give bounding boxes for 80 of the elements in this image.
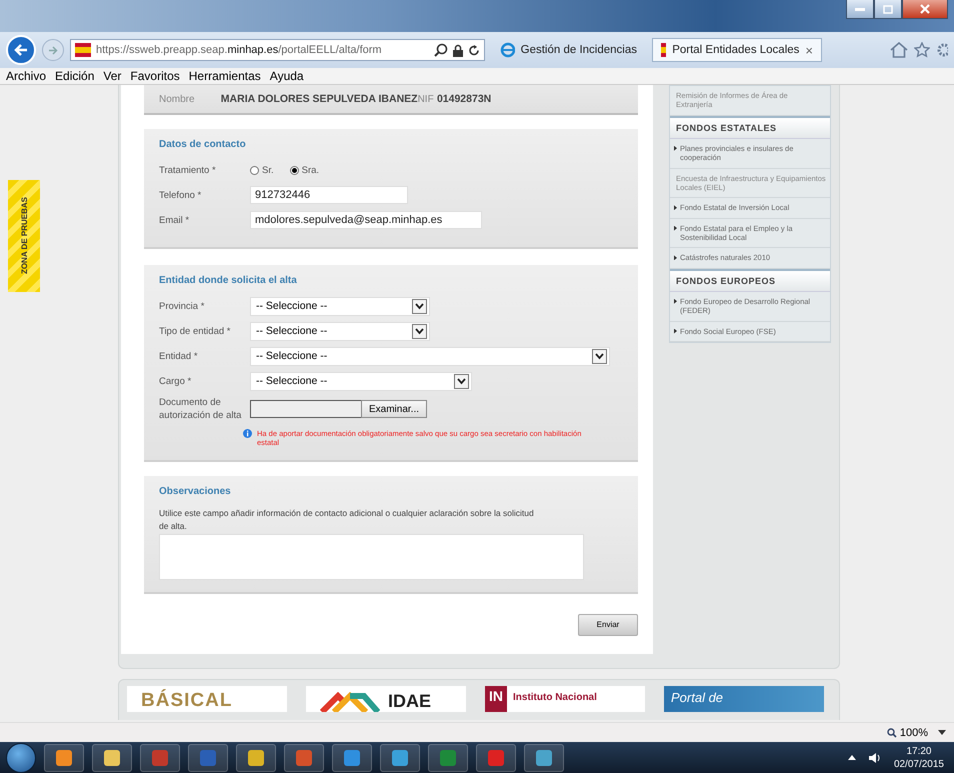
back-button[interactable] (6, 35, 36, 65)
lock-icon (453, 44, 463, 56)
maximize-icon (883, 4, 893, 14)
refresh-icon[interactable] (468, 44, 480, 56)
submit-button[interactable]: Enviar (578, 614, 638, 636)
arrow-left-icon (14, 44, 28, 56)
hint-text: Utilice este campo añadir información de contacto adicional o cualquier aclaración sobre la solicitud de alta. (159, 507, 535, 533)
sidebar-heading: FONDOS EUROPEOS (670, 268, 830, 292)
zoom-icon (886, 728, 897, 738)
taskbar-app-icon[interactable] (524, 744, 564, 772)
settings-icon[interactable] (936, 42, 948, 58)
file-path-field[interactable] (250, 400, 361, 418)
arrow-right-icon (48, 46, 58, 54)
site-favicon-icon (75, 43, 91, 57)
zoom-level[interactable]: 100% (886, 726, 928, 738)
close-icon (920, 4, 930, 14)
field-label: Email * (159, 214, 190, 226)
minimize-icon (855, 7, 865, 11)
field-label: Documento de autorización de alta (159, 396, 242, 423)
caret-icon[interactable] (415, 328, 424, 334)
field-label: Tratamiento * (159, 164, 217, 176)
caret-icon[interactable] (457, 378, 466, 384)
browser-tab[interactable]: Gestión de Incidencias (491, 38, 646, 62)
select-field[interactable]: -- Seleccione -- (250, 346, 610, 366)
select-field[interactable]: -- Seleccione -- (250, 296, 430, 316)
menu-item[interactable]: Edición (55, 69, 94, 83)
nif-value: 01492873N (436, 93, 492, 105)
select-field[interactable]: -- Seleccione -- (250, 322, 430, 340)
maximize-button[interactable] (874, 0, 902, 19)
taskbar-clock[interactable]: 17:20 02/07/2015 (894, 744, 944, 770)
search-icon[interactable] (434, 43, 448, 57)
close-button[interactable] (902, 0, 948, 19)
sidebar-heading: FONDOS ESTATALES (670, 116, 830, 139)
taskbar-app-icon[interactable] (236, 744, 276, 772)
menu-item[interactable]: Favoritos (130, 69, 180, 83)
field-label: Entidad * (159, 350, 199, 362)
show-hidden-icons-icon[interactable] (848, 755, 856, 760)
dropdown-arrow-icon[interactable] (938, 730, 946, 735)
taskbar-app-icon[interactable] (380, 744, 420, 772)
star-icon[interactable] (914, 42, 930, 58)
taskbar-app-icon[interactable] (44, 744, 84, 772)
field-label: Tipo de entidad * (159, 326, 232, 336)
browser-tab[interactable]: Portal Entidades Locales × (652, 38, 822, 62)
caret-icon[interactable] (595, 352, 604, 360)
globe-icon (500, 42, 515, 58)
text-field[interactable]: mdolores.sepulveda@seap.minhap.es (250, 211, 482, 229)
logo-banner[interactable]: Portal de (664, 686, 824, 712)
taskbar-app-icon[interactable] (92, 744, 132, 772)
section-title: Observaciones (159, 486, 232, 498)
section-title: Entidad donde solicita el alta (159, 275, 298, 286)
radio-label: Sra. (302, 164, 320, 176)
field-label: Provincia * (159, 300, 206, 312)
site-favicon-icon (661, 43, 666, 57)
menu-item[interactable]: Ayuda (270, 69, 304, 83)
field-label: NIF (418, 94, 435, 104)
section-title: Datos de contacto (159, 139, 247, 150)
field-label: Cargo * (159, 376, 192, 386)
caret-icon[interactable] (415, 302, 424, 310)
menu-item[interactable]: Herramientas (188, 69, 261, 83)
taskbar-app-icon[interactable] (332, 744, 372, 772)
menu-item[interactable]: Ver (103, 69, 122, 83)
start-button[interactable] (6, 742, 36, 772)
logo-banner[interactable]: IN Instituto Nacional (485, 686, 645, 712)
field-label: Telefono * (159, 190, 202, 200)
radio-button[interactable] (250, 166, 259, 174)
minimize-button[interactable] (846, 0, 874, 19)
browse-button[interactable]: Examinar... (361, 400, 428, 418)
radio-button[interactable] (290, 166, 299, 174)
menu-item[interactable]: Archivo (6, 69, 46, 83)
address-bar[interactable]: https://ssweb.preapp.seap.minhap.es/portalEELL/alta/form (70, 39, 485, 61)
radio-label: Sr. (262, 164, 274, 176)
field-label: Nombre (159, 94, 196, 104)
logo-banner[interactable]: IDAE (306, 686, 466, 712)
home-icon[interactable] (890, 42, 908, 58)
speaker-icon[interactable] (868, 752, 882, 764)
name-value: MARIA DOLORES SEPULVEDA IBANEZ (220, 93, 418, 105)
select-field[interactable]: -- Seleccione -- (250, 372, 472, 390)
info-icon (243, 428, 252, 438)
sandbox-badge: ZONA DE PRUEBAS (8, 180, 40, 292)
text-field[interactable]: 912732446 (250, 186, 408, 204)
